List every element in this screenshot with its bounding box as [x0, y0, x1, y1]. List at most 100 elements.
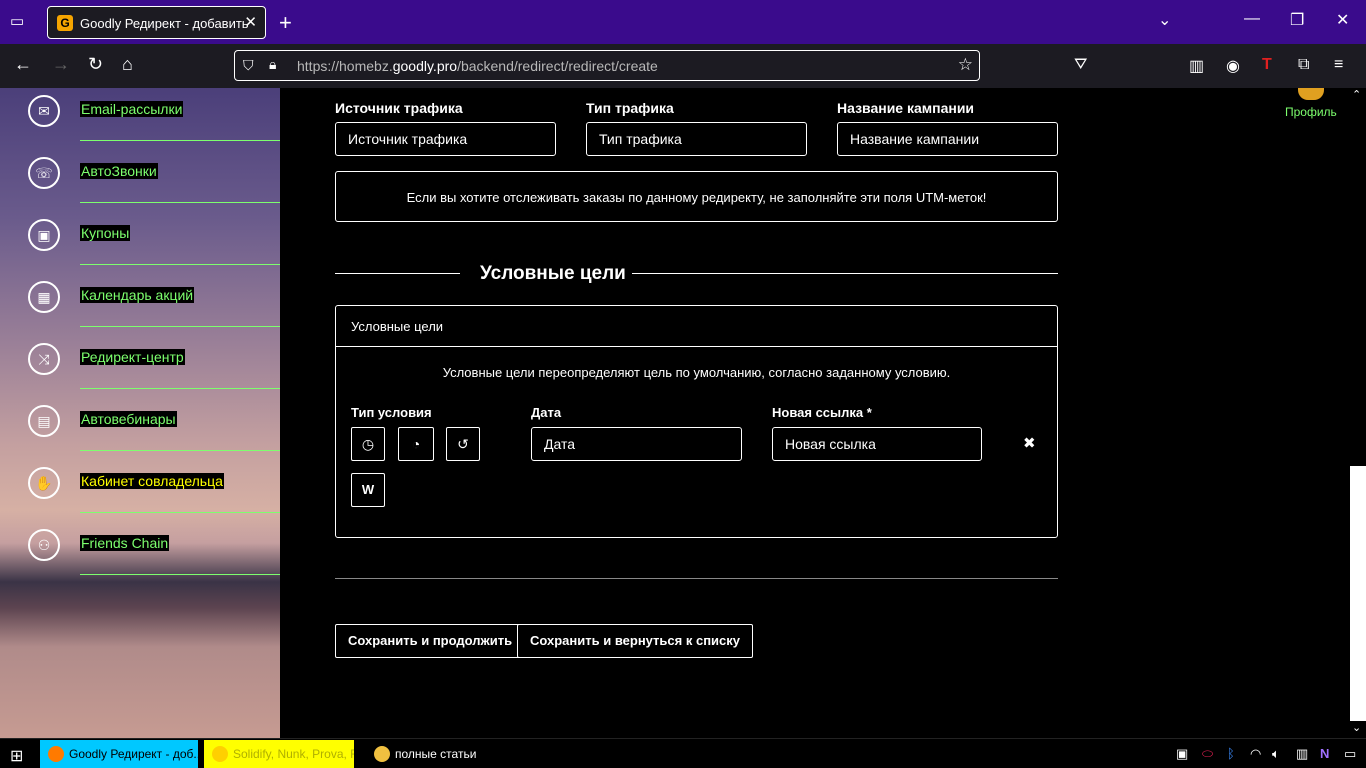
- forward-icon[interactable]: →: [52, 54, 70, 75]
- taskbar-task[interactable]: Solidify, Nunk, Prova, R...: [204, 740, 354, 768]
- browser-tab[interactable]: G Goodly Редирект - добавить ✕: [47, 6, 266, 39]
- url-text[interactable]: https://homebz.goodly.pro/backend/redire…: [297, 58, 658, 74]
- restore-icon[interactable]: ❐: [1290, 10, 1304, 30]
- extensions-icon[interactable]: ⧉: [1298, 56, 1309, 74]
- phone-icon: ☏: [28, 157, 60, 189]
- save-continue-button[interactable]: Сохранить и продолжить: [335, 624, 526, 658]
- scroll-up-icon[interactable]: ⌃: [1352, 88, 1361, 101]
- sidebar-item-underline: [80, 264, 280, 265]
- browser-nav-bar: ← → ↻ ⌂ ⛉ 🔒︎ https://homebz.goodly.pro/b…: [0, 44, 1366, 88]
- window-close-icon[interactable]: ✕: [1336, 10, 1349, 30]
- list-all-tabs-icon[interactable]: ▭: [10, 12, 30, 32]
- shield-icon[interactable]: ⛉: [243, 57, 254, 74]
- sidebar-item-label[interactable]: Автовебинары: [80, 411, 177, 427]
- back-icon[interactable]: ←: [14, 54, 32, 75]
- traffic-type-input[interactable]: Тип трафика: [586, 122, 807, 156]
- profile-link[interactable]: Профиль: [1285, 105, 1337, 119]
- sidebar: ✉ Email-рассылки ☏ АвтоЗвонки ▣ Купоны ▦ Календ…: [0, 88, 280, 738]
- section-title: Условные цели: [480, 263, 626, 284]
- scrollbar[interactable]: ⌃ ⌄: [1350, 88, 1366, 738]
- sidebar-item-underline: [80, 202, 280, 203]
- campaign-name-input[interactable]: Название кампании: [837, 122, 1058, 156]
- tray-n-icon[interactable]: N: [1320, 746, 1329, 761]
- tray-app-icon[interactable]: ▣: [1176, 746, 1188, 762]
- delete-condition-icon[interactable]: ✖: [1023, 434, 1036, 452]
- calendar-icon: ▦: [28, 281, 60, 313]
- panel-title: Условные цели: [351, 319, 444, 334]
- mail-icon: ✉: [28, 95, 60, 127]
- sidebar-item-label[interactable]: Email-рассылки: [80, 101, 184, 117]
- task-app-icon: [374, 746, 390, 762]
- volume-icon[interactable]: 🔈︎: [1272, 746, 1280, 762]
- task-app-icon: [212, 746, 228, 762]
- bluetooth-icon[interactable]: ᛒ: [1227, 746, 1235, 761]
- scroll-down-icon[interactable]: ⌄: [1352, 721, 1361, 734]
- clock-icon[interactable]: ◷: [351, 427, 385, 461]
- id-card-icon: ▤: [28, 405, 60, 437]
- sidebar-item[interactable]: ☏ АвтоЗвонки: [0, 153, 280, 215]
- handshake-icon: ✋: [28, 467, 60, 499]
- form-divider: [335, 578, 1058, 579]
- chevron-down-icon[interactable]: ⌄: [1158, 10, 1171, 30]
- sidebar-item-label[interactable]: Кабинет совладельца: [80, 473, 224, 489]
- sidebar-item-underline: [80, 140, 280, 141]
- sidebar-item[interactable]: ⤨ Редирект-центр: [0, 339, 280, 401]
- minimize-icon[interactable]: —: [1244, 10, 1260, 28]
- conditional-goals-panel: Условные цели Условные цели переопределя…: [335, 305, 1058, 538]
- main-content: Источник трафика Тип трафика Название ка…: [280, 88, 1350, 738]
- new-link-input[interactable]: Новая ссылка: [772, 427, 982, 461]
- tray-security-icon[interactable]: ⬭: [1202, 746, 1213, 762]
- sidebar-item[interactable]: ▣ Купоны: [0, 215, 280, 277]
- history-icon[interactable]: ↺: [446, 427, 480, 461]
- w-type-button[interactable]: W: [351, 473, 385, 507]
- save-return-button[interactable]: Сохранить и вернуться к списку: [517, 624, 753, 658]
- sidebar-item-underline: [80, 512, 280, 513]
- address-bar[interactable]: ⛉ 🔒︎ https://homebz.goodly.pro/backend/r…: [234, 50, 980, 81]
- sidebar-item-label[interactable]: Редирект-центр: [80, 349, 185, 365]
- reload-icon[interactable]: ↻: [88, 54, 103, 75]
- coupon-icon: ▣: [28, 219, 60, 251]
- date-input[interactable]: Дата: [531, 427, 742, 461]
- sidebar-item-underline: [80, 388, 280, 389]
- panel-description: Условные цели переопределяют цель по умо…: [442, 365, 951, 380]
- extension-t-icon[interactable]: T: [1262, 56, 1272, 74]
- home-icon[interactable]: ⌂: [122, 54, 133, 75]
- windows-start-icon[interactable]: ⊞: [10, 746, 23, 766]
- task-label: полные статьи: [395, 747, 477, 761]
- sidebar-item-label[interactable]: Friends Chain: [80, 535, 170, 551]
- wifi-icon[interactable]: ◠: [1250, 746, 1261, 762]
- tray-bars-icon[interactable]: ▥: [1296, 746, 1308, 762]
- reader-sidebar-icon[interactable]: ▥: [1189, 56, 1204, 76]
- sidebar-item[interactable]: ▦ Календарь акций: [0, 277, 280, 339]
- sidebar-item[interactable]: ✋ Кабинет совладельца: [0, 463, 280, 525]
- lock-icon[interactable]: 🔒︎: [269, 56, 276, 73]
- condition-type-label: Тип условия: [351, 405, 432, 420]
- sidebar-item[interactable]: ✉ Email-рассылки: [0, 91, 280, 153]
- date-label: Дата: [531, 405, 562, 420]
- friends-icon: ⚇: [28, 529, 60, 561]
- taskbar-task[interactable]: Goodly Редирект - доб...: [40, 740, 198, 768]
- new-tab-icon[interactable]: +: [279, 10, 292, 36]
- traffic-source-label: Источник трафика: [335, 100, 463, 116]
- taskbar-task[interactable]: полные статьи: [366, 740, 516, 768]
- sidebar-item[interactable]: ⚇ Friends Chain: [0, 525, 280, 587]
- scrollbar-thumb[interactable]: [1350, 466, 1366, 721]
- menu-icon[interactable]: ≡: [1334, 56, 1343, 74]
- traffic-source-input[interactable]: Источник трафика: [335, 122, 556, 156]
- account-icon[interactable]: ◉: [1226, 56, 1240, 76]
- sidebar-item-label[interactable]: АвтоЗвонки: [80, 163, 158, 179]
- taskbar: ⊞ Goodly Редирект - доб... Solidify, Nunk…: [0, 738, 1366, 768]
- bookmark-star-icon[interactable]: ☆: [958, 55, 973, 75]
- sidebar-item-underline: [80, 326, 280, 327]
- task-label: Solidify, Nunk, Prova, R...: [233, 747, 354, 761]
- tab-title: Goodly Редирект - добавить: [80, 16, 249, 31]
- pocket-icon[interactable]: ⛛: [1074, 56, 1087, 74]
- goodly-favicon-icon: G: [57, 15, 73, 31]
- sidebar-item-label[interactable]: Календарь акций: [80, 287, 195, 303]
- close-tab-icon[interactable]: ✕: [244, 13, 257, 31]
- sidebar-item-label[interactable]: Купоны: [80, 225, 131, 241]
- task-label: Goodly Редирект - доб...: [69, 747, 198, 761]
- gauge-icon[interactable]: ◔: [398, 427, 434, 461]
- sidebar-item[interactable]: ▤ Автовебинары: [0, 401, 280, 463]
- notifications-icon[interactable]: ▭: [1344, 746, 1356, 762]
